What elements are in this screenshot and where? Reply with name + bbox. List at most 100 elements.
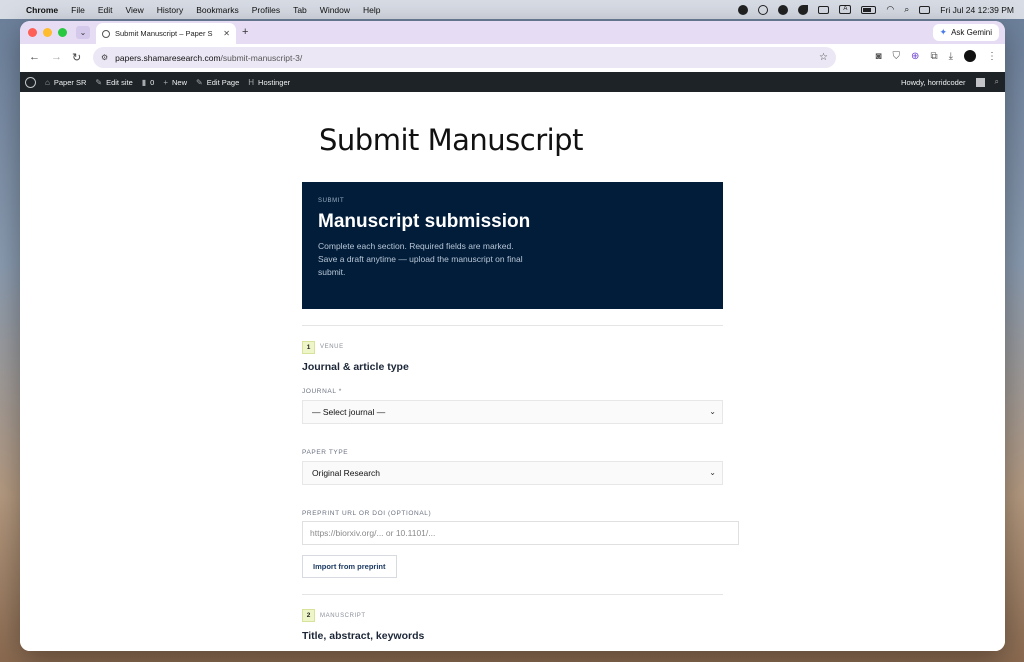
reload-button[interactable]: ↻ (72, 51, 81, 64)
menubar-status-area: A ◠ ⌕ Fri Jul 24 12:39 PM (738, 0, 1014, 19)
brush-icon: ✎ (95, 77, 103, 87)
wp-hostinger-label: Hostinger (258, 77, 291, 87)
close-tab-icon[interactable]: ✕ (223, 29, 230, 38)
active-tab[interactable]: Submit Manuscript – Paper S ✕ (96, 23, 236, 44)
download-icon[interactable]: ⤓ (949, 51, 953, 62)
wp-edit-site-link[interactable]: ✎ Edit site (95, 78, 132, 87)
app-menu[interactable]: Chrome (26, 5, 58, 15)
section-divider (302, 325, 723, 326)
menu-view[interactable]: View (125, 5, 143, 15)
import-from-preprint-button[interactable]: Import from preprint (302, 555, 397, 578)
menu-window[interactable]: Window (320, 5, 350, 15)
step-badge-2: 2 (302, 609, 315, 622)
wifi-icon[interactable]: ◠ (886, 4, 894, 15)
wp-site-link[interactable]: ⌂ Paper SR (45, 78, 86, 87)
globe-icon (102, 29, 110, 38)
submission-hero: SUBMIT Manuscript submission Complete ea… (302, 182, 723, 309)
hero-description: Complete each section. Required fields a… (318, 241, 523, 277)
menu-edit[interactable]: Edit (98, 5, 113, 15)
plus-icon: + (163, 77, 169, 87)
back-button[interactable]: ← (29, 51, 40, 63)
preprint-input[interactable]: https://biorxiv.org/... or 10.1101/... (302, 521, 739, 545)
moon-icon[interactable] (798, 4, 809, 15)
journal-select-value: — Select journal — (312, 407, 386, 417)
section-divider (302, 594, 723, 595)
wp-admin-bar: ⌂ Paper SR ✎ Edit site ▮ 0 + New ✎ Edit … (20, 72, 1005, 92)
bookmark-star-icon[interactable]: ☆ (819, 52, 828, 63)
menu-bookmarks[interactable]: Bookmarks (196, 5, 239, 15)
browser-window: ⌄ Submit Manuscript – Paper S ✕ + ✦ Ask … (20, 21, 1005, 651)
url-path: /submit-manuscript-3/ (220, 52, 303, 63)
pencil-icon: ✎ (196, 77, 203, 87)
screenshot-icon[interactable]: ◙ (876, 51, 882, 62)
address-bar[interactable]: ⚙ papers.shamaresearch.com/submit-manusc… (93, 47, 836, 68)
chevron-down-icon: ⌄ (709, 407, 716, 416)
control-center-icon[interactable] (919, 5, 931, 14)
wp-new-label: New (172, 77, 188, 87)
brightness-icon[interactable] (758, 4, 769, 15)
wp-edit-site-label: Edit site (106, 77, 133, 87)
zoom-window-button[interactable] (58, 28, 67, 37)
close-window-button[interactable] (28, 28, 37, 37)
menu-tab[interactable]: Tab (293, 5, 307, 15)
menu-help[interactable]: Help (363, 5, 380, 15)
hero-heading: Manuscript submission (318, 211, 531, 232)
gemini-label: Ask Gemini (951, 28, 992, 37)
site-info-icon[interactable]: ⚙ (101, 53, 108, 62)
url-host: papers.shamaresearch.com (115, 52, 221, 63)
section-heading-manuscript: Title, abstract, keywords (302, 630, 425, 642)
wp-hostinger-link[interactable]: H Hostinger (248, 78, 290, 87)
new-tab-button[interactable]: + (242, 26, 248, 38)
menu-file[interactable]: File (71, 5, 85, 15)
more-menu-icon[interactable]: ⋮ (987, 51, 997, 62)
search-icon[interactable]: ⌕ (904, 4, 909, 15)
dashboard-icon: ⌂ (45, 77, 50, 87)
wp-account-area: Howdy, horridcoder ⌕ (901, 77, 999, 87)
forward-button[interactable]: → (51, 51, 62, 63)
browser-toolbar: ← → ↻ ⚙ papers.shamaresearch.com/submit-… (20, 44, 1005, 72)
wp-avatar[interactable] (975, 77, 985, 87)
menu-profiles[interactable]: Profiles (252, 5, 280, 15)
paper-type-label: PAPER TYPE (302, 449, 349, 456)
menu-history[interactable]: History (157, 5, 183, 15)
cast-icon[interactable] (778, 4, 789, 15)
comment-icon: ▮ (141, 77, 147, 87)
paper-type-value: Original Research (312, 468, 381, 478)
display-icon[interactable] (818, 5, 830, 14)
wordpress-logo-icon[interactable] (25, 76, 36, 88)
wp-new-link[interactable]: + New (163, 78, 187, 87)
macos-menubar: Chrome File Edit View History Bookmarks … (0, 0, 1024, 19)
minimize-window-button[interactable] (43, 28, 52, 37)
page-title: Submit Manuscript (319, 123, 583, 157)
journal-label: JOURNAL * (302, 388, 342, 395)
paper-type-select[interactable]: Original Research ⌄ (302, 461, 723, 485)
status-app-icon[interactable] (738, 4, 749, 15)
section-heading-venue: Journal & article type (302, 361, 409, 373)
step-label-manuscript: MANUSCRIPT (320, 613, 366, 619)
window-controls (28, 28, 67, 37)
chevron-down-icon: ⌄ (709, 468, 716, 477)
journal-select[interactable]: — Select journal — ⌄ (302, 400, 723, 424)
tab-search-chevron-icon[interactable]: ⌄ (76, 26, 90, 39)
puzzle-icon[interactable]: ⧉ (930, 51, 937, 62)
extension-icons: ◙ ⛉ ⊕ ⧉ ⤓ ⋮ (876, 50, 997, 62)
gemini-sparkle-icon: ✦ (939, 27, 948, 37)
wp-site-name: Paper SR (53, 77, 87, 87)
shield-icon[interactable]: ⛉ (893, 51, 901, 62)
preprint-label: PREPRINT URL OR DOI (OPTIONAL) (302, 510, 432, 517)
profile-avatar[interactable] (964, 50, 976, 62)
hero-eyebrow: SUBMIT (318, 198, 345, 204)
menubar-clock[interactable]: Fri Jul 24 12:39 PM (940, 5, 1014, 15)
wp-edit-page-link[interactable]: ✎ Edit Page (196, 78, 239, 87)
extension-plus-icon[interactable]: ⊕ (911, 51, 919, 62)
battery-icon[interactable] (861, 5, 877, 14)
wp-comments-count: 0 (150, 77, 155, 87)
ask-gemini-button[interactable]: ✦ Ask Gemini (932, 24, 999, 41)
step-label-venue: VENUE (320, 344, 344, 350)
wp-edit-page-label: Edit Page (206, 77, 240, 87)
wp-howdy[interactable]: Howdy, horridcoder (901, 78, 965, 87)
wp-comments-link[interactable]: ▮ 0 (142, 78, 155, 87)
wp-search-icon[interactable]: ⌕ (995, 77, 999, 87)
hostinger-icon: H (248, 77, 255, 87)
input-source-icon[interactable]: A (839, 5, 852, 14)
